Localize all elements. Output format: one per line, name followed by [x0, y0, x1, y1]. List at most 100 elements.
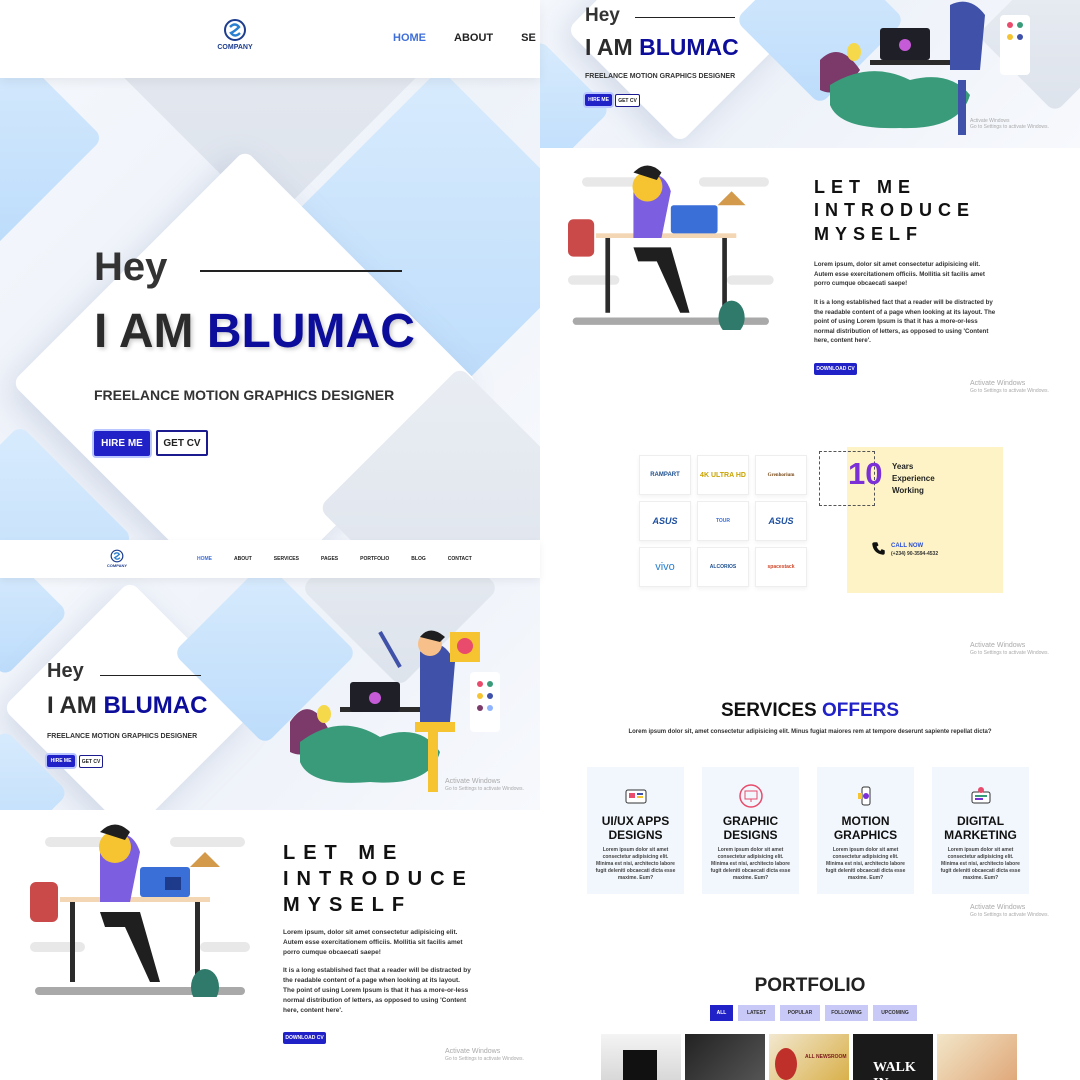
mini-hire-button[interactable]: HIRE ME	[585, 94, 612, 106]
title-prefix: I AM	[94, 305, 194, 358]
get-cv-button[interactable]: GET CV	[156, 430, 208, 456]
call-now-label[interactable]: CALL NOW	[891, 543, 923, 549]
services-subtitle: Lorem ipsum dolor sit, amet consectetur …	[628, 729, 992, 735]
desk-illustration	[30, 824, 250, 997]
small-greeting-divider	[100, 675, 201, 676]
services-title: SERVICES OFFERS	[720, 700, 900, 721]
client-logo: ASUS	[639, 501, 691, 541]
portfolio-title: PORTFOLIO	[754, 975, 866, 996]
intro-title: LET ME INTRODUCE MYSELF	[283, 842, 474, 916]
client-logos-grid: RAMPART 4K ULTRA HD Grenhorium ASUS TOUR…	[639, 455, 809, 595]
portfolio-thumb[interactable]	[685, 1034, 765, 1080]
filter-popular[interactable]: POPULAR	[780, 1005, 820, 1021]
portfolio-thumbs: ALL NEWSROOM WALK IN	[601, 1034, 1017, 1080]
small-nav-contact[interactable]: CONTACT	[448, 556, 472, 562]
hero-subtitle: FREELANCE MOTION GRAPHICS DESIGNER	[94, 387, 395, 403]
small-company-name: COMPANY	[106, 563, 128, 568]
motion-icon	[857, 786, 870, 806]
small-hire-button[interactable]: HIRE ME	[47, 755, 75, 767]
hero-title: I AM BLUMAC	[94, 304, 415, 359]
nav-home[interactable]: HOME	[393, 32, 426, 44]
small-nav-blog[interactable]: BLOG	[411, 556, 425, 562]
small-subtitle: FREELANCE MOTION GRAPHICS DESIGNER	[47, 733, 198, 740]
service-card-graphic[interactable]: GRAPHIC DESIGNS Lorem ipsum dolor sit ame…	[702, 767, 799, 894]
right-watermark-3: Activate Windows Go to Settings to activ…	[970, 904, 1049, 919]
ui-ux-icon	[625, 789, 646, 804]
greeting-divider	[200, 270, 402, 272]
small-nav-home[interactable]: HOME	[197, 556, 212, 562]
right-intro-paragraph-1: Lorem ipsum, dolor sit amet consectetur …	[814, 261, 985, 288]
experience-label: Years Experience Working	[892, 462, 935, 495]
experience-years: 10	[848, 456, 883, 491]
client-logo: vivo	[639, 547, 691, 587]
filter-following[interactable]: FOLLOWING	[825, 1005, 868, 1021]
nav-about[interactable]: ABOUT	[454, 32, 493, 44]
small-title-prefix: I AM	[47, 692, 97, 719]
small-title: I AM BLUMAC	[47, 692, 207, 720]
small-nav-pages[interactable]: PAGES	[321, 556, 338, 562]
small-company-logo[interactable]: COMPANY	[106, 549, 128, 568]
portfolio-thumb[interactable]	[937, 1034, 1017, 1080]
small-logo-icon	[110, 549, 124, 563]
company-logo-icon	[224, 19, 246, 41]
windows-watermark-2: Activate Windows Go to Settings to activ…	[445, 1048, 524, 1063]
right-watermark-1: Activate Windows Go to Settings to activ…	[970, 380, 1049, 395]
service-cards: UI/UX APPS DESIGNS Lorem ipsum dolor sit …	[587, 767, 1037, 894]
mini-greeting: Hey	[585, 5, 620, 26]
service-card-marketing[interactable]: DIGITAL MARKETING Lorem ipsum dolor sit a…	[932, 767, 1029, 894]
phone-number: (+234) 90-3594-4532	[891, 551, 939, 557]
small-nav-services[interactable]: SERVICES	[274, 556, 299, 562]
right-watermark-2: Activate Windows Go to Settings to activ…	[970, 642, 1049, 657]
marketing-icon	[971, 787, 990, 804]
main-nav: HOME ABOUT SE	[393, 32, 536, 44]
phone-icon	[872, 542, 885, 555]
download-cv-button[interactable]: DOWNLOAD CV	[283, 1032, 326, 1044]
company-logo[interactable]: COMPANY	[214, 18, 256, 58]
small-title-name: BLUMAC	[103, 692, 208, 719]
filter-upcoming[interactable]: UPCOMING	[873, 1005, 917, 1021]
right-intro-paragraph-2: It is a long established fact that a rea…	[814, 299, 996, 345]
portfolio-thumb[interactable]: ALL NEWSROOM	[769, 1034, 849, 1080]
filter-all[interactable]: ALL	[710, 1005, 733, 1021]
hero-main-section: COMPANY HOME ABOUT SE Hey I AM BLUMAC FR…	[0, 0, 540, 540]
client-logo: ASUS	[755, 501, 807, 541]
mini-cv-button[interactable]: GET CV	[615, 94, 640, 107]
portfolio-thumb[interactable]	[601, 1034, 681, 1080]
small-cv-button[interactable]: GET CV	[79, 755, 103, 768]
small-greeting: Hey	[47, 660, 84, 682]
small-header: COMPANY HOME ABOUT SERVICES PAGES PORTFO…	[0, 540, 540, 578]
client-logo: ALCORIOS	[697, 547, 749, 587]
right-download-cv-button[interactable]: DOWNLOAD CV	[814, 363, 857, 375]
hero-greeting: Hey	[94, 245, 168, 289]
small-nav-about[interactable]: ABOUT	[234, 556, 252, 562]
mini-greeting-divider	[635, 17, 735, 18]
client-logo: Grenhorium	[755, 455, 807, 495]
filter-latest[interactable]: LATEST	[738, 1005, 775, 1021]
portfolio-thumb[interactable]: WALK IN	[853, 1034, 933, 1080]
right-column: Hey I AM BLUMAC FREELANCE MOTION GRAPHIC…	[540, 0, 1080, 1080]
company-name: COMPANY	[217, 44, 253, 51]
intro-paragraph-1: Lorem ipsum, dolor sit amet consectetur …	[283, 929, 463, 957]
mini-title: I AM BLUMAC	[585, 34, 739, 60]
graphic-monitor-icon	[738, 784, 763, 808]
small-nav-portfolio[interactable]: PORTFOLIO	[360, 556, 389, 562]
hero-small-section: COMPANY HOME ABOUT SERVICES PAGES PORTFO…	[0, 540, 540, 1080]
windows-watermark: Activate Windows Go to Settings to activ…	[445, 778, 524, 793]
mini-subtitle: FREELANCE MOTION GRAPHICS DESIGNER	[585, 73, 736, 80]
mini-watermark: Activate Windows Go to Settings to activ…	[970, 118, 1049, 130]
portfolio-filters: ALL LATEST POPULAR FOLLOWING UPCOMING	[710, 1005, 917, 1021]
header-bar: COMPANY HOME ABOUT SE	[0, 0, 540, 78]
client-logo: TOUR	[697, 501, 749, 541]
designer-illustration	[290, 630, 500, 792]
right-intro-title: LET ME INTRODUCE MYSELF	[814, 177, 975, 244]
client-logo: RAMPART	[639, 455, 691, 495]
right-desk-illustration	[568, 165, 774, 330]
service-card-motion[interactable]: MOTION GRAPHICS Lorem ipsum dolor sit ame…	[817, 767, 914, 894]
intro-paragraph-2: It is a long established fact that a rea…	[283, 967, 471, 1015]
title-name: BLUMAC	[206, 305, 415, 358]
client-logo: spacestack	[755, 547, 807, 587]
nav-services[interactable]: SE	[521, 32, 536, 44]
hire-me-button[interactable]: HIRE ME	[94, 431, 150, 456]
service-card-uiux[interactable]: UI/UX APPS DESIGNS Lorem ipsum dolor sit …	[587, 767, 684, 894]
small-nav: HOME ABOUT SERVICES PAGES PORTFOLIO BLOG…	[197, 556, 472, 562]
